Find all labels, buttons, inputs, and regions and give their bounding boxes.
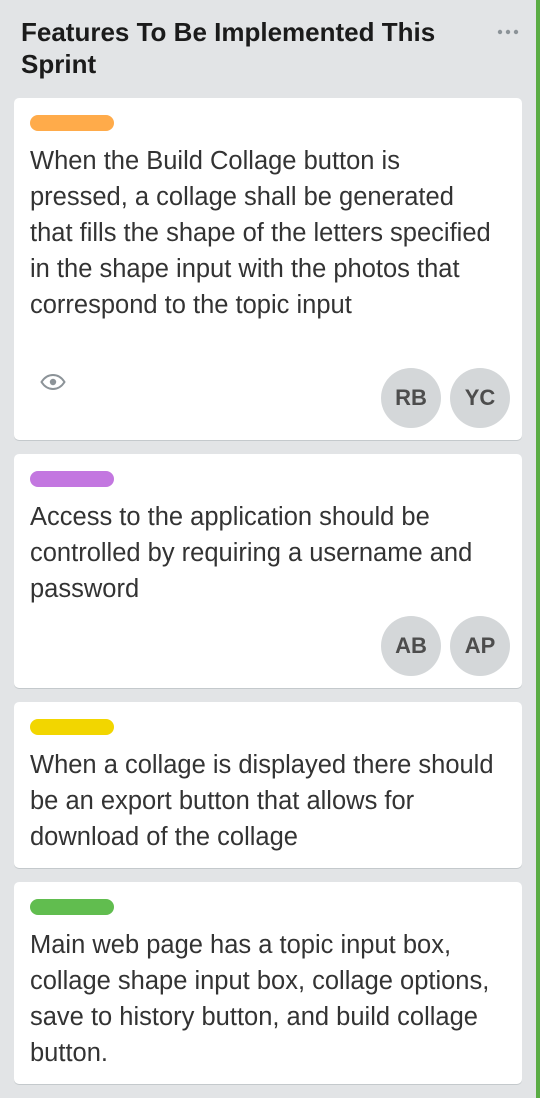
card-members: AB AP — [381, 616, 510, 676]
card[interactable]: When a collage is displayed there should… — [14, 702, 522, 868]
card-label — [30, 471, 114, 487]
member-avatar[interactable]: AB — [381, 616, 441, 676]
card-text: Main web page has a topic input box, col… — [30, 931, 490, 1067]
card-text: When a collage is displayed there should… — [30, 751, 494, 851]
eye-icon — [40, 373, 66, 391]
member-avatar[interactable]: RB — [381, 368, 441, 428]
card[interactable]: Access to the application should be cont… — [14, 454, 522, 688]
card-label — [30, 115, 114, 131]
member-avatar[interactable]: AP — [450, 616, 510, 676]
card-members: RB YC — [381, 368, 510, 428]
list-title[interactable]: Features To Be Implemented This Sprint — [21, 16, 461, 80]
card-text: When the Build Collage button is pressed… — [30, 147, 491, 319]
card-text: Access to the application should be cont… — [30, 503, 473, 603]
card[interactable]: Main web page has a topic input box, col… — [14, 882, 522, 1084]
card[interactable]: When the Build Collage button is pressed… — [14, 98, 522, 440]
list-column: Features To Be Implemented This Sprint W… — [0, 0, 536, 1098]
more-horizontal-icon[interactable] — [494, 18, 522, 46]
member-avatar[interactable]: YC — [450, 368, 510, 428]
card-label — [30, 719, 114, 735]
list-header: Features To Be Implemented This Sprint — [0, 0, 536, 98]
card-label — [30, 899, 114, 915]
card-badges — [40, 373, 70, 394]
